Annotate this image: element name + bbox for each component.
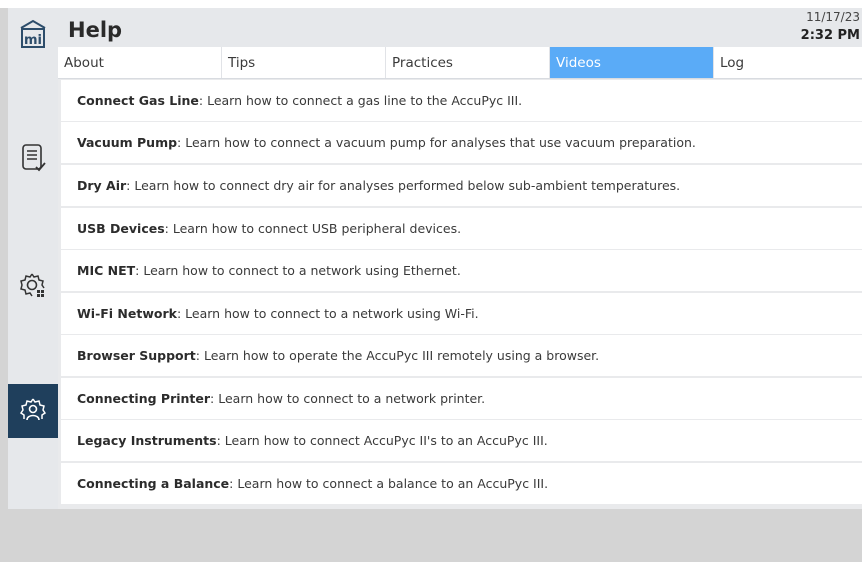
bottom-bar (8, 509, 862, 562)
video-title: Wi-Fi Network (77, 306, 177, 321)
video-title: Connecting Printer (77, 391, 211, 406)
video-title: Vacuum Pump (77, 135, 178, 150)
home-button[interactable]: mi (8, 12, 58, 56)
video-title: Browser Support (77, 348, 196, 363)
tab-log[interactable]: Log (714, 47, 862, 78)
home-icon: mi (20, 19, 46, 48)
video-description: : Learn how to connect a vacuum pump for… (177, 135, 696, 150)
settings-button[interactable] (8, 258, 58, 314)
video-description: : Learn how to connect to a network prin… (210, 391, 486, 406)
video-description: : Learn how to connect to a network usin… (135, 263, 461, 278)
video-item[interactable]: Browser Support: Learn how to operate th… (61, 335, 862, 376)
video-description: : Learn how to connect a gas line to the… (198, 93, 523, 108)
tab-about[interactable]: About (58, 47, 222, 78)
settings-icon (20, 273, 45, 297)
video-list: Connect Gas Line: Learn how to connect a… (58, 79, 862, 509)
video-title: Connecting a Balance (77, 476, 230, 491)
video-item[interactable]: MIC NET: Learn how to connect to a netwo… (61, 250, 862, 291)
video-item[interactable]: USB Devices: Learn how to connect USB pe… (61, 208, 862, 249)
video-item[interactable]: Connecting a Balance: Learn how to conne… (61, 463, 862, 504)
video-description: : Learn how to connect dry air for analy… (126, 178, 681, 193)
video-title: USB Devices (77, 221, 165, 236)
video-item[interactable]: Legacy Instruments: Learn how to connect… (61, 420, 862, 461)
report-icon (22, 144, 46, 172)
svg-text:mi: mi (24, 33, 42, 48)
user-settings-icon (19, 398, 47, 421)
window-top-edge (0, 0, 862, 8)
video-description: : Learn how to connect USB peripheral de… (164, 221, 462, 236)
tab-bar: About Tips Practices Videos Log (58, 47, 862, 79)
report-button[interactable] (8, 130, 58, 186)
video-item[interactable]: Vacuum Pump: Learn how to connect a vacu… (61, 122, 862, 163)
user-settings-button[interactable] (8, 384, 58, 438)
video-description: : Learn how to connect AccuPyc II's to a… (216, 433, 548, 448)
date-display: 11/17/23 (806, 10, 860, 24)
video-title: Connect Gas Line (77, 93, 199, 108)
tab-videos[interactable]: Videos (550, 47, 714, 78)
video-item[interactable]: Connecting Printer: Learn how to connect… (61, 378, 862, 419)
video-item[interactable]: Dry Air: Learn how to connect dry air fo… (61, 165, 862, 206)
header: Help 11/17/23 2:32 PM (58, 8, 862, 47)
tab-practices[interactable]: Practices (386, 47, 550, 78)
time-display: 2:32 PM (800, 28, 860, 43)
page-title: Help (68, 18, 123, 42)
video-item[interactable]: Wi-Fi Network: Learn how to connect to a… (61, 293, 862, 334)
video-description: : Learn how to connect a balance to an A… (229, 476, 549, 491)
video-item[interactable]: Connect Gas Line: Learn how to connect a… (61, 80, 862, 121)
video-title: Legacy Instruments (77, 433, 217, 448)
tab-tips[interactable]: Tips (222, 47, 386, 78)
video-description: : Learn how to operate the AccuPyc III r… (195, 348, 600, 363)
video-title: Dry Air (77, 178, 127, 193)
sidebar: mi (8, 8, 59, 509)
video-title: MIC NET (77, 263, 136, 278)
video-description: : Learn how to connect to a network usin… (176, 306, 479, 321)
